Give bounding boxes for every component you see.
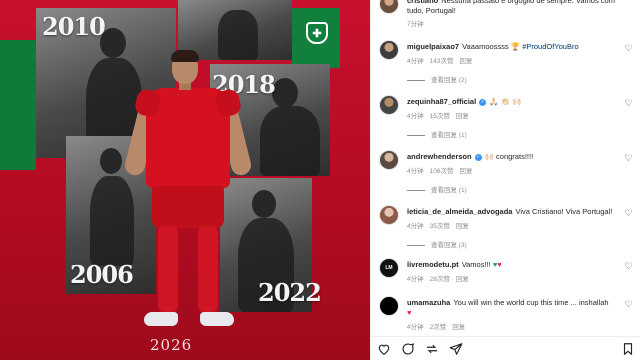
like-heart-icon[interactable]: ♡ [624, 44, 633, 53]
avatar[interactable] [379, 0, 399, 14]
post-action-bar [371, 336, 640, 360]
comment-username[interactable]: leticia_de_almeida_advogada [407, 207, 512, 216]
comment-text: miguelpaixao7 Vaaamoossss 🏆 #ProudOfYouBr… [407, 42, 579, 51]
hashtag-link[interactable]: #ProudOfYouBro [522, 42, 578, 51]
comment-text: cristiano Nessuna passato e orgoglio de s… [407, 0, 615, 16]
reply-button[interactable]: 回复 [456, 276, 469, 283]
comment-icon[interactable] [401, 342, 415, 356]
comment-text: andrewhenderson ✓ 🙌🏻 congrats!!!! [407, 152, 534, 161]
verified-badge-icon: ✓ [474, 153, 482, 161]
comment-meta: 4分钟 143次赞 回复 [407, 58, 473, 65]
comment-text: livremodetu.pt Vamos!!! ♥♥ [407, 260, 502, 269]
like-heart-icon[interactable]: ♡ [624, 154, 633, 163]
view-replies-button[interactable]: 查看回复 (3) [407, 239, 467, 249]
bottom-year-label: 2026 [150, 336, 193, 354]
comment-text: umamazuha You will win the world cup this… [407, 298, 609, 317]
comment-username[interactable]: umamazuha [407, 298, 450, 307]
comment-meta: 4分钟 106次赞 回复 [407, 168, 473, 175]
reply-button[interactable]: 回复 [459, 168, 472, 175]
federation-crest-icon: ✚ [306, 22, 328, 44]
avatar[interactable]: LM [379, 258, 399, 278]
bookmark-icon[interactable] [621, 342, 635, 356]
view-replies-button[interactable]: 查看回复 (1) [407, 129, 467, 139]
reply-button[interactable]: 回复 [456, 113, 469, 120]
avatar[interactable] [379, 40, 399, 60]
comment-meta: 4分钟 15次赞 回复 [407, 113, 469, 120]
like-heart-icon[interactable]: ♡ [624, 300, 633, 309]
reply-button[interactable]: 回复 [452, 324, 465, 331]
comment-username[interactable]: zequinha87_official [407, 97, 476, 106]
central-player [122, 50, 254, 340]
comment-username[interactable]: livremodetu.pt [407, 260, 459, 269]
share-icon[interactable] [425, 342, 439, 356]
reply-button[interactable]: 回复 [456, 223, 469, 230]
avatar[interactable] [379, 205, 399, 225]
comment-username[interactable]: cristiano [407, 0, 438, 5]
like-heart-icon[interactable]: ♡ [624, 99, 633, 108]
comment-meta: 4分钟 35次赞 回复 [407, 223, 469, 230]
comment-meta: 4分钟 2次赞 回复 [407, 324, 466, 331]
comment-text: zequinha87_official ✓ 🙏🏻 👏🏻 🙌🏻 [407, 97, 522, 106]
comments-panel: cristiano Nessuna passato e orgoglio de s… [370, 0, 640, 360]
comment-meta: 4分钟 28次赞 回复 [407, 276, 469, 283]
green-stripe-left [0, 40, 36, 170]
avatar[interactable] [379, 296, 399, 316]
heart-icon[interactable] [377, 342, 391, 356]
like-heart-icon[interactable]: ♡ [624, 262, 633, 271]
comment-text: leticia_de_almeida_advogada Viva Cristian… [407, 207, 613, 216]
year-label-2010: 2010 [42, 12, 106, 41]
view-replies-button[interactable]: 查看回复 (1) [407, 184, 467, 194]
verified-badge-icon: ✓ [479, 98, 487, 106]
reply-button[interactable]: 回复 [459, 58, 472, 65]
comment-username[interactable]: miguelpaixao7 [407, 42, 459, 51]
comment-username[interactable]: andrewhenderson [407, 152, 472, 161]
view-replies-button[interactable]: 查看回复 (2) [407, 74, 467, 84]
like-heart-icon[interactable]: ♡ [624, 209, 633, 218]
comment-meta: 7分钟 [407, 21, 424, 28]
avatar[interactable] [379, 150, 399, 170]
post-image[interactable]: ✚ 2010 2018 2006 2022 2026 [0, 0, 370, 360]
avatar[interactable] [379, 95, 399, 115]
year-label-2006: 2006 [70, 260, 134, 289]
send-icon[interactable] [449, 342, 463, 356]
year-label-2022: 2022 [258, 278, 322, 307]
